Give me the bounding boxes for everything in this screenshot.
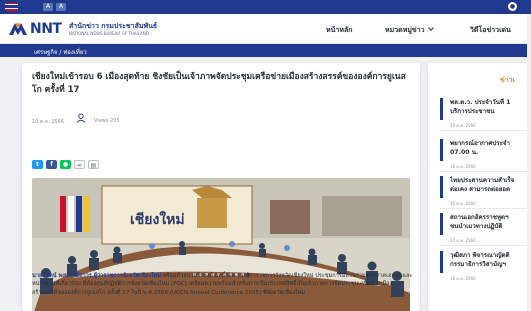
logo-english-name: NATIONAL NEWS BUREAU OF THAILAND xyxy=(69,31,149,36)
nav-home[interactable]: หน้าหลัก xyxy=(326,25,352,36)
facebook-share-icon[interactable]: f xyxy=(46,160,57,169)
view-count: Views 205 xyxy=(94,118,120,124)
logo-text[interactable]: NNT xyxy=(30,21,62,37)
accessibility-icon[interactable]: ● xyxy=(508,2,517,11)
news-headline-line2: ชนนำเมวทางปฏิบัติ xyxy=(450,223,503,230)
print-icon[interactable]: ▤ xyxy=(88,160,99,169)
line-share-icon[interactable]: ● xyxy=(60,160,71,169)
news-headline-line2: ต่อเคง สามารถต่อยอด xyxy=(450,186,511,193)
news-headline-line2: 07.00 น. xyxy=(450,149,479,156)
breadcrumb[interactable]: เศรษฐกิจ / ท่องเที่ยว xyxy=(34,47,87,57)
user-icon xyxy=(76,113,86,123)
sidebar-title: ข่าวเ xyxy=(500,76,516,84)
news-date: 10 ต.ค. 2566 xyxy=(450,201,476,206)
nav-featured-video[interactable]: วิดีโอข่าวเด่น xyxy=(470,25,511,36)
page-scrollbar[interactable] xyxy=(527,14,531,311)
font-size-small-button[interactable]: A xyxy=(43,3,54,11)
nnt-logo-icon[interactable] xyxy=(7,19,29,39)
thai-flag-icon[interactable] xyxy=(5,3,18,11)
breadcrumb-bar: เศรษฐกิจ / ท่องเที่ยว xyxy=(0,44,531,57)
article-card: เชียงใหม่เข้ารอบ 6 เมืองสุดท้าย ชิงชัยเป… xyxy=(22,63,420,311)
nav-categories-label: หมวดหมู่ข่าว xyxy=(385,26,425,34)
news-headline: ไทยประสานความสำเร็จ xyxy=(450,177,515,184)
article-title: เชียงใหม่เข้ารอบ 6 เมืองสุดท้าย ชิงชัยเป… xyxy=(32,72,406,95)
copy-link-icon[interactable]: ∞ xyxy=(74,160,85,169)
article-date: 10 ต.ค. 2566 xyxy=(32,119,65,125)
news-date: 10 ต.ค. 2566 xyxy=(450,164,476,169)
news-headline: พล.ต.ว. ประจำวันที่ 1 xyxy=(450,99,511,106)
font-size-large-button[interactable]: A xyxy=(56,3,67,11)
news-headline-line2: กรรมาธิการวิสามัญฯ xyxy=(450,261,506,268)
article-body-lead: นายนิรัตน์ พงษ์สิทธิถาวร ผู้ว่าราชการจัง… xyxy=(32,273,162,279)
chevron-down-icon xyxy=(427,25,434,31)
news-headline: สถานเอกอัครราชทูตฯ xyxy=(450,214,509,221)
top-utility-bar: A A ● xyxy=(0,0,531,14)
news-headline-line2: บริการประชาชน xyxy=(450,108,495,115)
site-header: NNT สำนักข่าว กรมประชาสัมพันธ์ NATIONAL … xyxy=(0,14,531,44)
news-date: 10 ต.ค. 2566 xyxy=(450,238,476,243)
news-date: 10 ต.ค. 2566 xyxy=(450,123,476,128)
twitter-share-icon[interactable]: t xyxy=(32,160,43,169)
nav-categories[interactable]: หมวดหมู่ข่าว xyxy=(385,25,434,36)
news-headline: พยากรณ์อากาศประจำ xyxy=(450,140,511,147)
news-headline: วุฒิสภา พิจารณาญัตติ xyxy=(450,252,510,259)
latest-news-sidebar: ข่าวเ พล.ต.ว. ประจำวันที่ 1 บริการประชาชน… xyxy=(428,63,531,311)
article-body: นายนิรัตน์ พงษ์สิทธิถาวร ผู้ว่าราชการจัง… xyxy=(32,272,414,297)
photo-caption: เชียงใหม่ xyxy=(130,210,185,228)
news-date: 10 ต.ค. 2566 xyxy=(450,276,476,281)
